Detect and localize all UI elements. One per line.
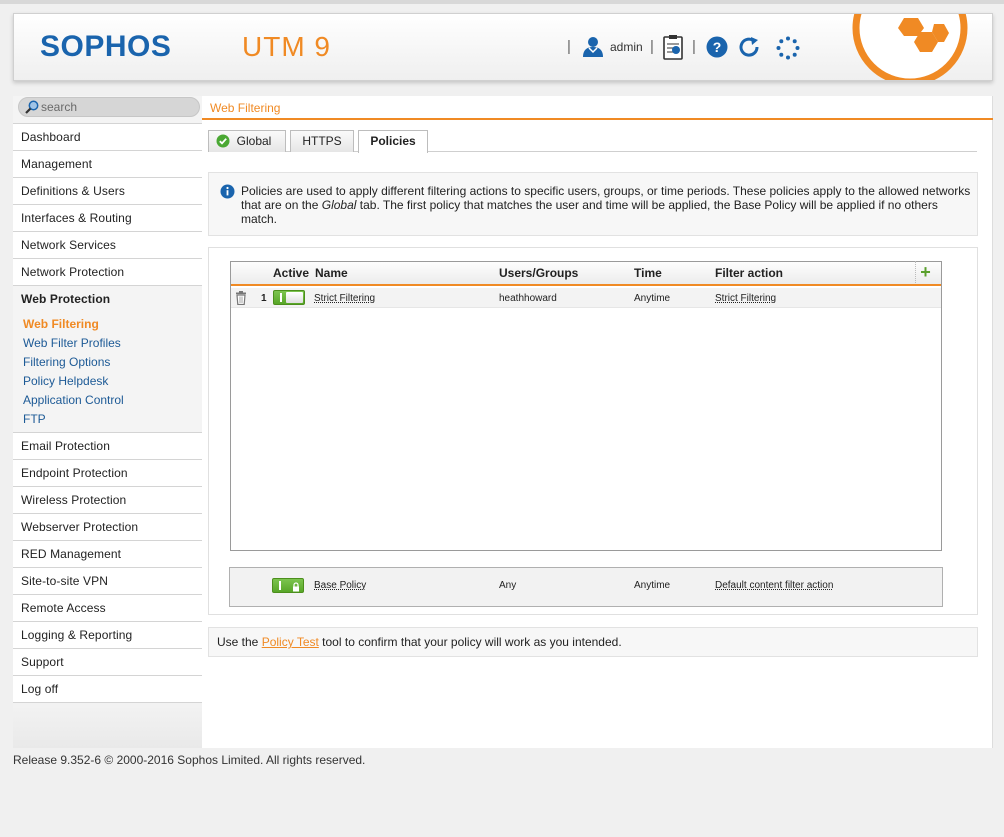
- header-separator: |: [650, 38, 654, 55]
- user-icon[interactable]: [580, 36, 606, 61]
- subnav-filtering-options[interactable]: Filtering Options: [13, 353, 202, 372]
- add-policy-button[interactable]: +: [915, 261, 935, 283]
- base-policy-filter-action-link[interactable]: Default content filter action: [715, 580, 833, 591]
- nav-item-endpoint-protection[interactable]: Endpoint Protection: [13, 460, 202, 487]
- policy-panel: Active Name Users/Groups Time Filter act…: [208, 247, 978, 615]
- sidebar: Dashboard Management Definitions & Users…: [13, 96, 202, 748]
- nav-item-network-protection[interactable]: Network Protection: [13, 259, 202, 286]
- nav-item-logging-reporting[interactable]: Logging & Reporting: [13, 622, 202, 649]
- base-policy-users: Any: [499, 580, 517, 591]
- base-policy-time: Anytime: [634, 580, 671, 591]
- column-users-groups: Users/Groups: [499, 266, 579, 280]
- svg-text:?: ?: [713, 39, 722, 55]
- spinner-icon: [776, 36, 800, 63]
- check-icon: [216, 134, 230, 154]
- nav-item-log-off[interactable]: Log off: [13, 676, 202, 703]
- info-text-global: Global: [321, 198, 357, 212]
- subnav-ftp[interactable]: FTP: [13, 410, 202, 429]
- nav-item-network-services[interactable]: Network Services: [13, 232, 202, 259]
- tab-policies[interactable]: Policies: [358, 130, 428, 153]
- web-protection-submenu: Web Filtering Web Filter Profiles Filter…: [13, 313, 202, 433]
- policy-name-link[interactable]: Strict Filtering: [314, 293, 375, 304]
- tab-global[interactable]: Global: [208, 130, 286, 152]
- policy-test-box: Use the Policy Test tool to confirm that…: [208, 627, 978, 657]
- nav-item-webserver-protection[interactable]: Webserver Protection: [13, 514, 202, 541]
- policy-test-link[interactable]: Policy Test: [262, 635, 319, 649]
- clipboard-icon[interactable]: [662, 34, 684, 63]
- username-label[interactable]: admin: [610, 40, 643, 54]
- trash-icon[interactable]: [235, 291, 247, 308]
- search-box[interactable]: [18, 97, 200, 117]
- nav-item-definitions-users[interactable]: Definitions & Users: [13, 178, 202, 205]
- nav-item-email-protection[interactable]: Email Protection: [13, 433, 202, 460]
- app-header: SOPHOS UTM 9 | admin | | ?: [13, 13, 993, 81]
- nav-item-support[interactable]: Support: [13, 649, 202, 676]
- policy-filter-action-link[interactable]: Strict Filtering: [715, 293, 776, 304]
- policy-users: heathhoward: [499, 293, 557, 304]
- base-policy-row: Base Policy Any Anytime Default content …: [229, 567, 943, 607]
- nav-item-remote-access[interactable]: Remote Access: [13, 595, 202, 622]
- base-policy-name-link[interactable]: Base Policy: [314, 580, 366, 591]
- base-policy-toggle: [272, 578, 304, 593]
- sophos-logo: SOPHOS: [40, 30, 172, 63]
- info-icon: [220, 184, 235, 202]
- toggle-bar: [280, 293, 282, 302]
- breadcrumb: Web Filtering: [202, 96, 993, 120]
- tab-https[interactable]: HTTPS: [290, 130, 354, 152]
- lock-icon: [292, 581, 300, 595]
- tab-bar: Global HTTPS Policies: [208, 130, 977, 153]
- search-icon: [25, 100, 39, 117]
- top-border: [0, 0, 1004, 4]
- header-separator: |: [567, 38, 571, 55]
- column-name: Name: [315, 266, 348, 280]
- policy-test-after: tool to confirm that your policy will wo…: [318, 635, 622, 649]
- table-row[interactable]: 1 Strict Filtering heathhoward Anytime S…: [231, 288, 941, 308]
- column-active: Active: [273, 266, 310, 280]
- table-header: Active Name Users/Groups Time Filter act…: [231, 261, 941, 286]
- info-box: Policies are used to apply different fil…: [208, 172, 978, 236]
- toggle-bar: [279, 581, 281, 590]
- policy-test-before: Use the: [217, 635, 262, 649]
- footer-release-text: Release 9.352-6 © 2000-2016 Sophos Limit…: [13, 753, 366, 767]
- sophos-brand-mark-icon: [852, 14, 968, 80]
- column-time: Time: [634, 266, 662, 280]
- nav-item-interfaces-routing[interactable]: Interfaces & Routing: [13, 205, 202, 232]
- subnav-web-filter-profiles[interactable]: Web Filter Profiles: [13, 334, 202, 353]
- subnav-policy-helpdesk[interactable]: Policy Helpdesk: [13, 372, 202, 391]
- row-position: 1: [261, 293, 267, 304]
- active-toggle[interactable]: [273, 290, 305, 305]
- product-name: UTM 9: [242, 31, 331, 62]
- navigation-menu: Dashboard Management Definitions & Users…: [13, 123, 202, 703]
- policy-table: Active Name Users/Groups Time Filter act…: [230, 261, 942, 551]
- toggle-knob: [286, 292, 303, 303]
- info-text: Policies are used to apply different fil…: [241, 184, 971, 226]
- nav-item-site-to-site-vpn[interactable]: Site-to-site VPN: [13, 568, 202, 595]
- nav-item-management[interactable]: Management: [13, 151, 202, 178]
- main-content: Web Filtering Global HTTPS Policies Poli…: [202, 96, 993, 748]
- search-input[interactable]: [41, 100, 191, 114]
- subnav-application-control[interactable]: Application Control: [13, 391, 202, 410]
- subnav-web-filtering[interactable]: Web Filtering: [13, 315, 202, 334]
- tab-label: Global: [236, 134, 272, 148]
- header-separator: |: [692, 38, 696, 55]
- nav-item-dashboard[interactable]: Dashboard: [13, 124, 202, 151]
- policy-time: Anytime: [634, 293, 671, 304]
- refresh-icon[interactable]: [738, 36, 762, 63]
- help-icon[interactable]: ?: [706, 36, 728, 61]
- column-filter-action: Filter action: [715, 266, 784, 280]
- nav-item-red-management[interactable]: RED Management: [13, 541, 202, 568]
- nav-item-web-protection[interactable]: Web Protection: [13, 286, 202, 313]
- nav-item-wireless-protection[interactable]: Wireless Protection: [13, 487, 202, 514]
